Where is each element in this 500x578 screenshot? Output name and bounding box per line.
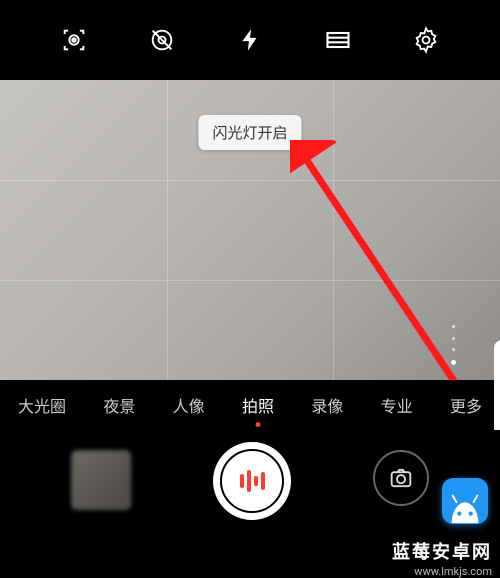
watermark-brand: 蓝莓安卓网 <box>392 538 492 564</box>
flash-icon[interactable] <box>236 26 264 54</box>
switch-camera-button[interactable] <box>373 450 429 506</box>
camera-viewfinder[interactable]: 闪光灯开启 <box>0 80 500 380</box>
watermark-url: www.lmkjs.com <box>414 565 492 578</box>
grid-line <box>167 80 168 380</box>
side-handle[interactable] <box>494 340 500 440</box>
annotation-arrow <box>290 140 490 380</box>
grid-line <box>333 80 334 380</box>
watermark-logo-icon <box>442 478 488 524</box>
mode-photo[interactable]: 拍照 <box>234 393 282 417</box>
mode-portrait[interactable]: 人像 <box>165 393 213 417</box>
mode-aperture[interactable]: 大光圈 <box>10 393 74 417</box>
flash-toast: 闪光灯开启 <box>198 115 301 150</box>
mode-more[interactable]: 更多 <box>442 393 490 417</box>
mode-pro[interactable]: 专业 <box>373 393 421 417</box>
ai-indicator-icon <box>220 449 284 513</box>
grid-line <box>0 180 500 181</box>
gallery-thumbnail[interactable] <box>71 450 131 510</box>
mode-video[interactable]: 录像 <box>303 393 351 417</box>
grid-line <box>0 280 500 281</box>
aspect-icon[interactable] <box>324 26 352 54</box>
lens-icon[interactable] <box>60 26 88 54</box>
motion-off-icon[interactable] <box>148 26 176 54</box>
settings-icon[interactable] <box>412 26 440 54</box>
mode-night[interactable]: 夜景 <box>95 393 143 417</box>
camera-top-toolbar <box>0 0 500 80</box>
mode-selector: 大光圈 夜景 人像 拍照 录像 专业 更多 <box>0 380 500 430</box>
shutter-button[interactable] <box>213 442 291 520</box>
zoom-indicator[interactable] <box>452 325 455 365</box>
